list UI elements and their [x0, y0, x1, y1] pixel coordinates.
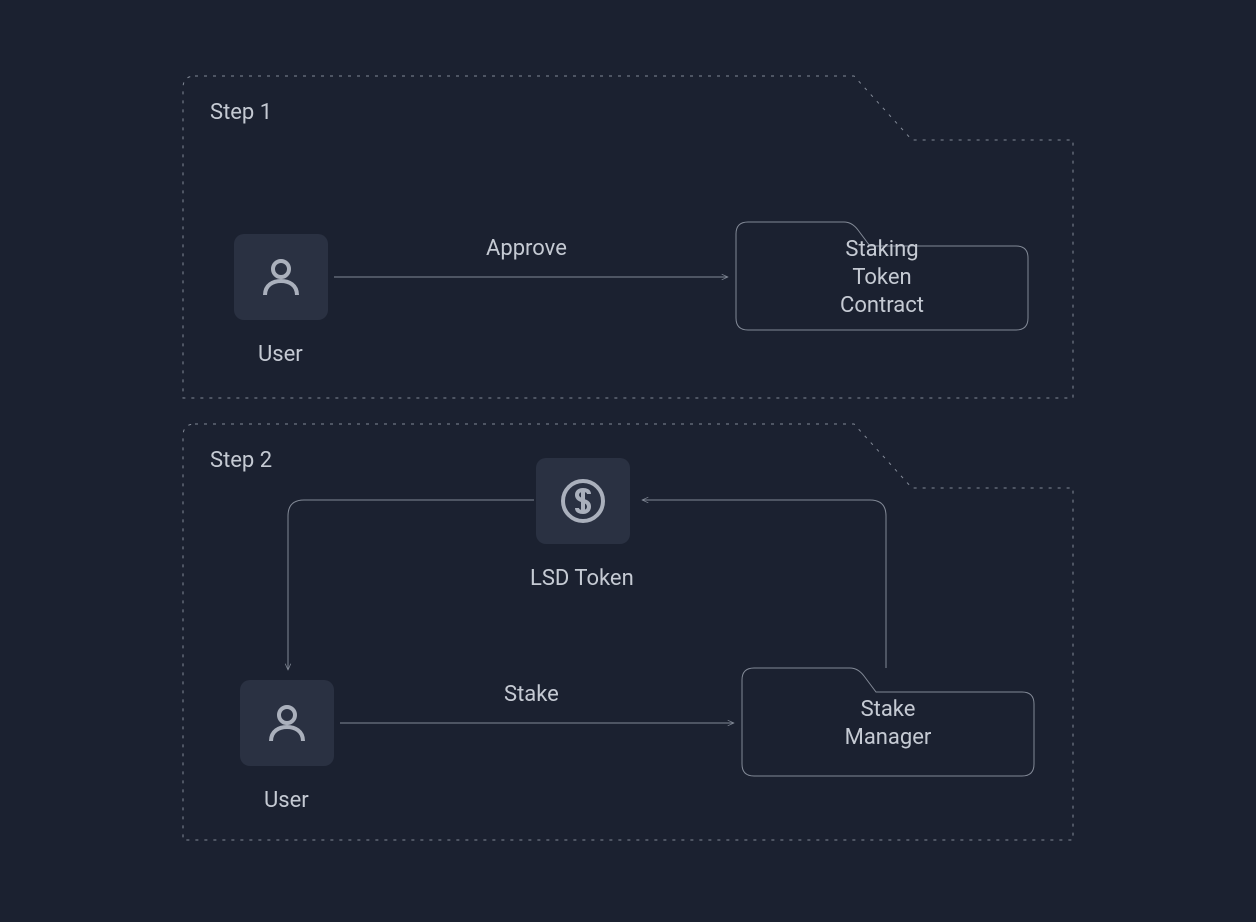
step1-contract-line3: Contract [840, 293, 924, 318]
step2-arrow-lsd-to-user [288, 500, 534, 670]
dollar-circle-icon [559, 477, 607, 525]
step1-contract-line1: Staking [845, 237, 918, 262]
step1-user-tile [234, 234, 328, 320]
step2-lsd-tile [536, 458, 630, 544]
step2-lsd-label: LSD Token [530, 566, 634, 591]
step1-title: Step 1 [210, 100, 272, 125]
step2-manager-label: Stake Manager [742, 696, 1034, 752]
step2-manager-line1: Stake [861, 697, 916, 722]
diagram-canvas: Step 1 User Approve Staking Token Contra… [0, 0, 1256, 922]
step1-contract-label: Staking Token Contract [736, 236, 1028, 320]
step2-arrow-manager-to-lsd [642, 500, 886, 668]
step1-contract-line2: Token [852, 265, 911, 290]
step1-user-label: User [258, 342, 303, 367]
step2-user-label: User [264, 788, 309, 813]
step2-title: Step 2 [210, 448, 272, 473]
user-icon [257, 253, 305, 301]
step2-user-tile [240, 680, 334, 766]
user-icon [263, 699, 311, 747]
step2-manager-line2: Manager [845, 725, 932, 750]
step1-edge-approve-label: Approve [486, 236, 567, 261]
step2-edge-stake-label: Stake [504, 682, 559, 707]
